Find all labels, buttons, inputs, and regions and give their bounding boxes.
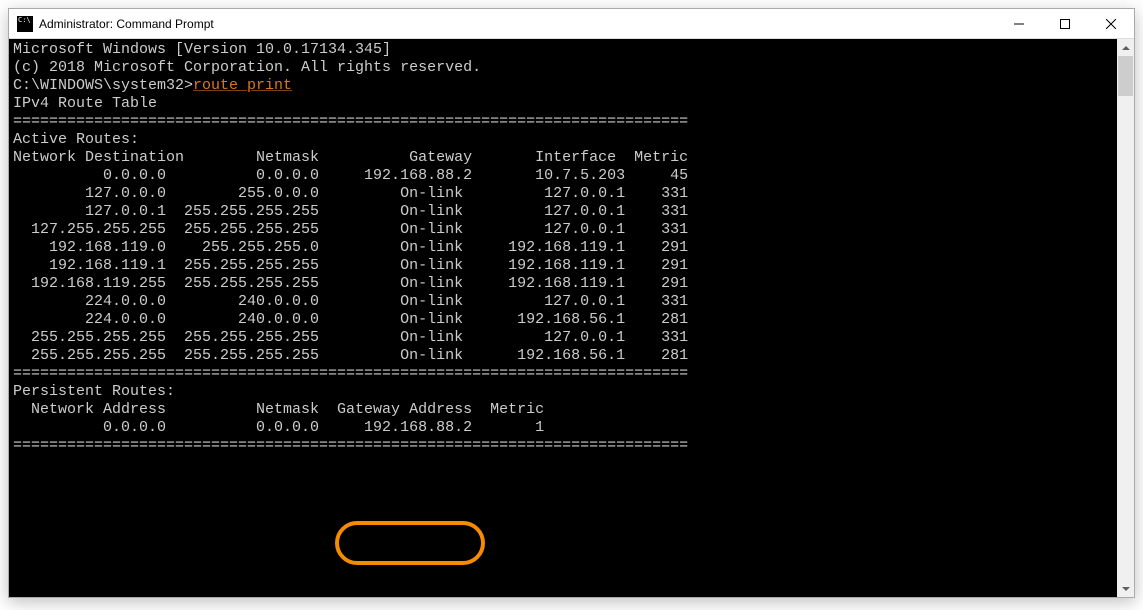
prompt-line: C:\WINDOWS\system32>route print bbox=[13, 77, 1134, 95]
route-row: 192.168.119.0 255.255.255.0 On-link 192.… bbox=[13, 239, 1134, 257]
route-row: 0.0.0.0 0.0.0.0 192.168.88.2 10.7.5.203 … bbox=[13, 167, 1134, 185]
prompt-command: route print bbox=[193, 77, 292, 94]
hr: ========================================… bbox=[13, 437, 1134, 455]
route-row: 127.0.0.1 255.255.255.255 On-link 127.0.… bbox=[13, 203, 1134, 221]
close-button[interactable] bbox=[1088, 9, 1134, 39]
scroll-up-button[interactable] bbox=[1117, 39, 1134, 56]
route-row: 255.255.255.255 255.255.255.255 On-link … bbox=[13, 347, 1134, 365]
window-controls bbox=[996, 9, 1134, 39]
hr: ========================================… bbox=[13, 365, 1134, 383]
scrollbar[interactable] bbox=[1117, 39, 1134, 597]
hr: ========================================… bbox=[13, 113, 1134, 131]
route-row: 127.0.0.0 255.0.0.0 On-link 127.0.0.1 33… bbox=[13, 185, 1134, 203]
active-routes-header: Active Routes: bbox=[13, 131, 1134, 149]
annotation-highlight-oval bbox=[335, 521, 485, 565]
route-row: 255.255.255.255 255.255.255.255 On-link … bbox=[13, 329, 1134, 347]
route-row: 192.168.119.255 255.255.255.255 On-link … bbox=[13, 275, 1134, 293]
scroll-down-button[interactable] bbox=[1117, 580, 1134, 597]
table-title: IPv4 Route Table bbox=[13, 95, 1134, 113]
persistent-columns-header: Network Address Netmask Gateway Address … bbox=[13, 401, 1134, 419]
cmd-icon bbox=[17, 16, 33, 32]
minimize-button[interactable] bbox=[996, 9, 1042, 39]
columns-header: Network Destination Netmask Gateway Inte… bbox=[13, 149, 1134, 167]
route-row: 192.168.119.1 255.255.255.255 On-link 19… bbox=[13, 257, 1134, 275]
banner-line: (c) 2018 Microsoft Corporation. All righ… bbox=[13, 59, 1134, 77]
console-area[interactable]: Microsoft Windows [Version 10.0.17134.34… bbox=[9, 39, 1134, 597]
maximize-button[interactable] bbox=[1042, 9, 1088, 39]
scroll-thumb[interactable] bbox=[1118, 56, 1133, 96]
banner-line: Microsoft Windows [Version 10.0.17134.34… bbox=[13, 41, 1134, 59]
titlebar[interactable]: Administrator: Command Prompt bbox=[9, 9, 1134, 39]
route-row: 224.0.0.0 240.0.0.0 On-link 127.0.0.1 33… bbox=[13, 293, 1134, 311]
route-row: 224.0.0.0 240.0.0.0 On-link 192.168.56.1… bbox=[13, 311, 1134, 329]
command-prompt-window: Administrator: Command Prompt Microsoft … bbox=[8, 8, 1135, 598]
prompt-path: C:\WINDOWS\system32> bbox=[13, 77, 193, 94]
route-row: 127.255.255.255 255.255.255.255 On-link … bbox=[13, 221, 1134, 239]
window-title: Administrator: Command Prompt bbox=[39, 17, 996, 31]
persistent-row: 0.0.0.0 0.0.0.0 192.168.88.2 1 bbox=[13, 419, 1134, 437]
persistent-routes-header: Persistent Routes: bbox=[13, 383, 1134, 401]
